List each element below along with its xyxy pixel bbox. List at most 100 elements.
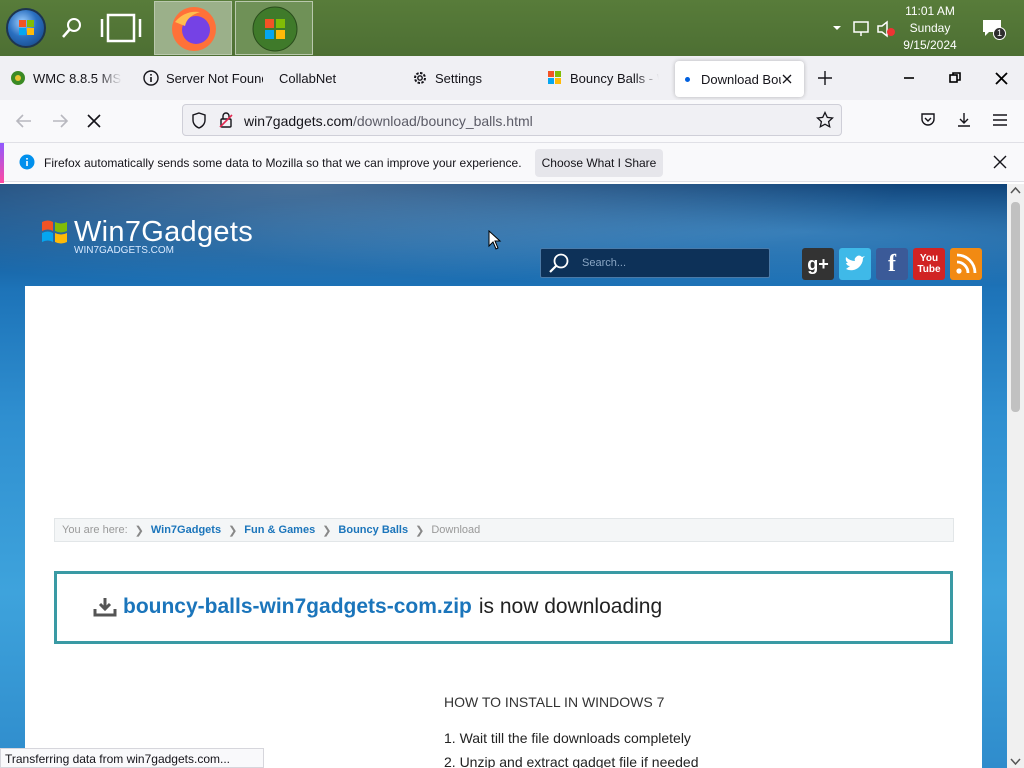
tab-label: Download Bou <box>701 71 781 87</box>
url-text[interactable]: win7gadgets.com/download/bouncy_balls.ht… <box>244 113 533 129</box>
wmc-favicon-icon <box>11 71 25 85</box>
firefox-taskbar-button[interactable] <box>154 1 232 55</box>
download-filename-link[interactable]: bouncy-balls-win7gadgets-com.zip <box>123 595 472 619</box>
bookmark-star-icon[interactable] <box>816 111 834 129</box>
pocket-icon[interactable] <box>920 112 936 128</box>
download-status-text: is now downloading <box>478 595 663 618</box>
info-icon <box>19 154 35 170</box>
scrollbar-thumb[interactable] <box>1011 202 1020 412</box>
download-tray-icon <box>93 598 117 617</box>
tab-collabnet[interactable]: CollabNet <box>279 56 379 100</box>
windows-logo-icon <box>19 20 34 35</box>
twitter-icon[interactable] <box>839 248 871 280</box>
rss-feed-icon <box>956 253 977 274</box>
bird-icon <box>845 255 865 271</box>
tab-label: CollabNet <box>279 70 337 86</box>
breadcrumb-current: Download <box>431 524 481 536</box>
tab-wmc[interactable]: WMC 8.8.5 MSI In <box>10 56 122 100</box>
notification-text: Firefox automatically sends some data to… <box>44 156 522 170</box>
back-arrow-icon[interactable] <box>15 113 33 129</box>
scroll-down-icon[interactable] <box>1007 754 1024 768</box>
status-bar: Transferring data from win7gadgets.com..… <box>0 748 264 768</box>
breadcrumb-prefix: You are here: <box>62 524 128 536</box>
clock-time: 11:01 AM <box>905 4 955 18</box>
taskbar: 11:01 AM Sunday 9/15/2024 1 <box>0 0 1024 56</box>
start-button[interactable] <box>6 8 46 48</box>
tab-settings[interactable]: Settings <box>412 56 522 100</box>
new-tab-icon[interactable] <box>818 71 832 85</box>
lock-broken-icon[interactable] <box>219 112 233 128</box>
info-circle-icon <box>143 70 159 86</box>
breadcrumb: You are here: ❯ Win7Gadgets ❯ Fun & Game… <box>54 518 954 542</box>
network-icon[interactable] <box>853 20 871 38</box>
navigation-toolbar: win7gadgets.com/download/bouncy_balls.ht… <box>0 100 1024 142</box>
breadcrumb-link-category[interactable]: Fun & Games <box>244 524 315 536</box>
windows-favicon-icon <box>548 71 561 84</box>
url-path: /download/bouncy_balls.html <box>352 113 533 129</box>
breadcrumb-link-gadget[interactable]: Bouncy Balls <box>338 524 408 536</box>
youtube-icon[interactable]: You Tube <box>913 248 945 280</box>
shield-icon[interactable] <box>191 112 207 129</box>
chevron-right-icon: ❯ <box>322 524 332 537</box>
close-icon <box>994 71 1008 85</box>
tab-download-active[interactable]: Download Bou <box>675 61 804 97</box>
magnifier-icon <box>549 253 569 273</box>
url-host: win7gadgets.com <box>244 113 353 129</box>
stop-loading-icon[interactable] <box>87 114 101 128</box>
notification-count: 1 <box>993 27 1006 40</box>
minimize-button[interactable] <box>886 56 932 100</box>
site-search-box[interactable]: Search... <box>540 248 770 278</box>
search-placeholder[interactable]: Search... <box>582 257 626 269</box>
minimize-icon <box>904 77 914 79</box>
google-plus-icon[interactable]: g+ <box>802 248 834 280</box>
action-center-button[interactable]: 1 <box>981 17 1006 41</box>
volume-muted-icon[interactable] <box>876 20 896 38</box>
tab-server-not-found[interactable]: Server Not Found <box>143 56 263 100</box>
windows-app-taskbar-button[interactable] <box>235 1 313 55</box>
rss-icon[interactable] <box>950 248 982 280</box>
tab-bouncy-balls[interactable]: Bouncy Balls - Wi <box>547 56 659 100</box>
content-panel: You are here: ❯ Win7Gadgets ❯ Fun & Game… <box>25 286 982 768</box>
windows-logo-icon <box>42 220 67 244</box>
restore-icon <box>949 72 961 83</box>
web-page: Win7Gadgets WIN7GADGETS.COM Search... g+… <box>0 184 1007 768</box>
install-step: 1. Wait till the file downloads complete… <box>444 730 691 746</box>
hamburger-menu-icon[interactable] <box>993 114 1007 126</box>
choose-what-i-share-button[interactable]: Choose What I Share <box>535 149 663 177</box>
firefox-icon <box>172 7 216 51</box>
chevron-right-icon: ❯ <box>134 524 144 537</box>
search-icon[interactable] <box>60 16 84 40</box>
close-notification-icon[interactable] <box>993 155 1007 169</box>
chevron-up-icon[interactable] <box>831 22 843 34</box>
facebook-icon[interactable]: f <box>876 248 908 280</box>
clock-day: Sunday <box>909 21 951 35</box>
tab-label: Server Not Found <box>166 70 263 86</box>
restore-button[interactable] <box>932 56 978 100</box>
download-icon[interactable] <box>956 112 972 128</box>
task-view-icon[interactable] <box>99 13 143 43</box>
notification-accent <box>0 143 4 183</box>
close-tab-icon[interactable] <box>782 74 792 84</box>
scroll-up-icon[interactable] <box>1007 184 1024 198</box>
clock-date: 9/15/2024 <box>903 38 957 52</box>
page-scrollbar[interactable] <box>1007 184 1024 768</box>
install-heading: HOW TO INSTALL IN WINDOWS 7 <box>444 694 665 710</box>
url-bar[interactable]: win7gadgets.com/download/bouncy_balls.ht… <box>182 104 842 136</box>
notification-bar: Firefox automatically sends some data to… <box>0 142 1024 183</box>
breadcrumb-link-home[interactable]: Win7Gadgets <box>151 524 221 536</box>
logo-subtitle: WIN7GADGETS.COM <box>74 245 175 256</box>
chevron-right-icon: ❯ <box>228 524 238 537</box>
tab-bar: WMC 8.8.5 MSI In Server Not Found Collab… <box>0 56 1024 100</box>
download-notice: bouncy-balls-win7gadgets-com.zip is now … <box>54 571 953 644</box>
forward-arrow-icon[interactable] <box>51 113 69 129</box>
install-step: 2. Unzip and extract gadget file if need… <box>444 754 699 768</box>
loading-dot-icon <box>685 76 690 82</box>
chevron-right-icon: ❯ <box>415 524 425 537</box>
windows-orb-icon <box>252 6 298 52</box>
system-clock[interactable]: 11:01 AM Sunday 9/15/2024 <box>900 3 960 59</box>
tab-label: Settings <box>435 70 482 86</box>
download-line: bouncy-balls-win7gadgets-com.zip is now … <box>93 595 662 619</box>
gear-icon <box>414 72 426 84</box>
close-window-button[interactable] <box>978 56 1024 100</box>
mouse-cursor-icon <box>488 230 502 250</box>
